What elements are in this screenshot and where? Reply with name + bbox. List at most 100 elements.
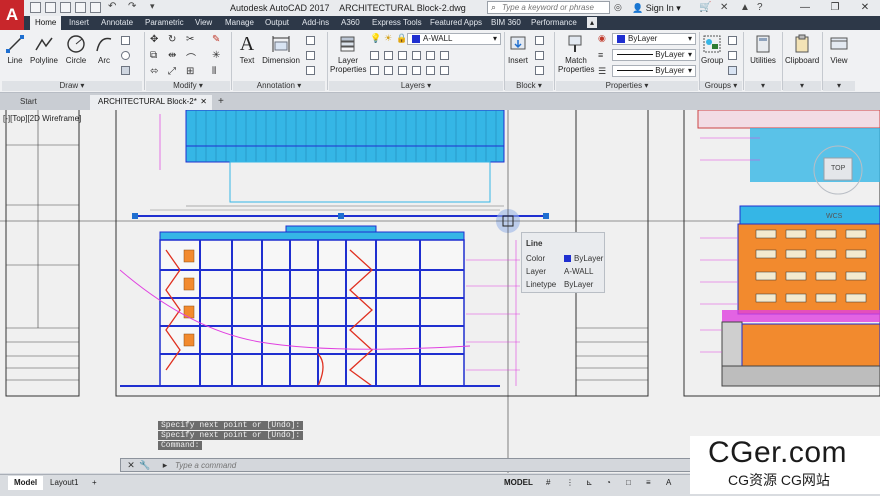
annotation-panel-label[interactable]: Annotation ▾ bbox=[233, 81, 325, 91]
layer-properties-tool[interactable]: Layer Properties bbox=[330, 34, 366, 74]
snap-icon[interactable]: ⋮ bbox=[560, 476, 580, 490]
table-icon[interactable] bbox=[306, 51, 315, 60]
help-icon[interactable]: ? bbox=[757, 2, 763, 13]
application-menu-button[interactable]: A bbox=[0, 0, 24, 30]
dimension-tool[interactable]: Dimension bbox=[262, 34, 300, 65]
maximize-button[interactable]: ❐ bbox=[820, 0, 850, 16]
viewport-controls[interactable]: [-][Top][2D Wireframe] bbox=[3, 114, 81, 123]
add-layout-icon[interactable]: + bbox=[86, 476, 103, 490]
circle-tool[interactable]: Circle bbox=[62, 34, 90, 65]
polar-icon[interactable]: ◔ bbox=[600, 476, 617, 490]
layer-tool-1-icon[interactable] bbox=[370, 51, 379, 60]
tab-home[interactable]: Home bbox=[30, 16, 62, 30]
stretch-icon[interactable]: ⬄ bbox=[150, 66, 158, 77]
minimize-button[interactable]: — bbox=[790, 0, 820, 16]
scale-icon[interactable]: ⤢ bbox=[168, 66, 176, 77]
linetype-dropdown[interactable]: ByLayer ▾ bbox=[612, 65, 696, 77]
tab-insert[interactable]: Insert bbox=[64, 16, 94, 30]
block-attributes-icon[interactable] bbox=[535, 66, 544, 75]
polyline-tool[interactable]: Polyline bbox=[28, 34, 60, 65]
active-drawing-tab[interactable]: ARCHITECTURAL Block-2* ✕ bbox=[90, 95, 212, 110]
erase-icon[interactable]: ✎ bbox=[212, 34, 220, 45]
search-box[interactable]: ⌕ bbox=[487, 1, 610, 14]
tab-parametric[interactable]: Parametric bbox=[140, 16, 189, 30]
annotation-more-icon[interactable] bbox=[306, 66, 315, 75]
model-space-button[interactable]: MODEL bbox=[498, 476, 539, 490]
fillet-icon[interactable]: ⌒ bbox=[186, 50, 196, 65]
command-history-icon[interactable]: ▸ bbox=[159, 459, 171, 471]
leader-icon[interactable] bbox=[306, 36, 315, 45]
tab-output[interactable]: Output bbox=[260, 16, 294, 30]
binoculars-icon[interactable]: ◎ bbox=[614, 2, 622, 13]
layer-tool-12-icon[interactable] bbox=[440, 66, 449, 75]
block-panel-label[interactable]: Block ▾ bbox=[505, 81, 553, 91]
tab-express-tools[interactable]: Express Tools bbox=[367, 16, 427, 30]
group-select-icon[interactable] bbox=[728, 66, 737, 75]
search-input[interactable] bbox=[488, 2, 610, 13]
grid-icon[interactable]: # bbox=[540, 476, 556, 490]
sun-icon[interactable]: ☀ bbox=[384, 33, 392, 44]
offset-icon[interactable]: ⫴ bbox=[212, 66, 216, 77]
tab-view[interactable]: View bbox=[190, 16, 217, 30]
utilities-tool[interactable]: Utilities bbox=[747, 34, 779, 65]
redo-icon[interactable]: ↷ bbox=[128, 1, 136, 12]
quick-access-dropdown-icon[interactable]: ▾ bbox=[150, 1, 155, 12]
account-icon[interactable]: ▲ bbox=[740, 2, 750, 13]
new-tab-icon[interactable]: + bbox=[214, 95, 228, 110]
close-tab-icon[interactable]: ✕ bbox=[200, 95, 207, 109]
group-edit-icon[interactable] bbox=[728, 51, 737, 60]
utilities-panel-label[interactable]: ▾ bbox=[745, 81, 781, 91]
layers-panel-label[interactable]: Layers ▾ bbox=[329, 81, 503, 91]
tab-performance[interactable]: Performance bbox=[526, 16, 582, 30]
view-tool[interactable]: View bbox=[826, 34, 852, 65]
close-button[interactable]: ✕ bbox=[850, 0, 880, 16]
exchange-icon[interactable]: ✕ bbox=[720, 2, 728, 13]
modify-panel-label[interactable]: Modify ▾ bbox=[146, 81, 230, 91]
annotation-scale-icon[interactable]: A bbox=[660, 476, 677, 490]
lineweight-toggle-icon[interactable]: ≡ bbox=[640, 476, 657, 490]
group-tool[interactable]: Group bbox=[701, 34, 723, 65]
tab-manage[interactable]: Manage bbox=[220, 16, 259, 30]
layer-tool-9-icon[interactable] bbox=[398, 66, 407, 75]
tab-add-ins[interactable]: Add-ins bbox=[297, 16, 334, 30]
color-dropdown[interactable]: ByLayer ▾ bbox=[612, 33, 696, 45]
layer-tool-10-icon[interactable] bbox=[412, 66, 421, 75]
edit-block-icon[interactable] bbox=[535, 51, 544, 60]
layer-tool-2-icon[interactable] bbox=[384, 51, 393, 60]
clipboard-panel-label[interactable]: ▾ bbox=[783, 81, 821, 91]
cart-icon[interactable]: 🛒 bbox=[699, 2, 711, 13]
draw-panel-label[interactable]: Draw ▾ bbox=[2, 81, 142, 91]
new-file-icon[interactable] bbox=[30, 2, 41, 13]
array-icon[interactable]: ⊞ bbox=[186, 66, 194, 77]
line-tool[interactable]: Line bbox=[4, 34, 26, 65]
model-tab[interactable]: Model bbox=[8, 476, 44, 490]
plot-icon[interactable] bbox=[90, 2, 101, 13]
lock-icon[interactable]: 🔒 bbox=[396, 33, 407, 44]
open-file-icon[interactable] bbox=[45, 2, 56, 13]
mirror-icon[interactable]: ⇹ bbox=[168, 50, 176, 61]
osnap-icon[interactable]: □ bbox=[620, 476, 637, 490]
text-tool[interactable]: A Text bbox=[236, 34, 258, 65]
drawing-canvas[interactable] bbox=[0, 110, 880, 473]
layer-tool-7-icon[interactable] bbox=[370, 66, 379, 75]
layer-tool-11-icon[interactable] bbox=[426, 66, 435, 75]
create-block-icon[interactable] bbox=[535, 36, 544, 45]
command-input[interactable] bbox=[175, 459, 675, 471]
layer-tool-8-icon[interactable] bbox=[384, 66, 393, 75]
tab-a360[interactable]: A360 bbox=[336, 16, 365, 30]
start-tab[interactable]: Start bbox=[12, 95, 45, 110]
hatch-icon[interactable] bbox=[121, 66, 130, 75]
match-properties-tool[interactable]: Match Properties bbox=[558, 34, 594, 74]
layer-tool-5-icon[interactable] bbox=[426, 51, 435, 60]
groups-panel-label[interactable]: Groups ▾ bbox=[700, 81, 742, 91]
explode-icon[interactable]: ✳ bbox=[212, 50, 220, 61]
properties-panel-label[interactable]: Properties ▾ bbox=[556, 81, 698, 91]
tab-annotate[interactable]: Annotate bbox=[96, 16, 138, 30]
layer-tool-4-icon[interactable] bbox=[412, 51, 421, 60]
wcs-label[interactable]: WCS bbox=[826, 213, 842, 220]
customize-icon[interactable]: 🔧 bbox=[139, 459, 151, 471]
lineweight-dropdown[interactable]: ByLayer ▾ bbox=[612, 49, 696, 61]
tab-featured-apps[interactable]: Featured Apps bbox=[425, 16, 487, 30]
layer-tool-3-icon[interactable] bbox=[398, 51, 407, 60]
layer-tool-6-icon[interactable] bbox=[440, 51, 449, 60]
